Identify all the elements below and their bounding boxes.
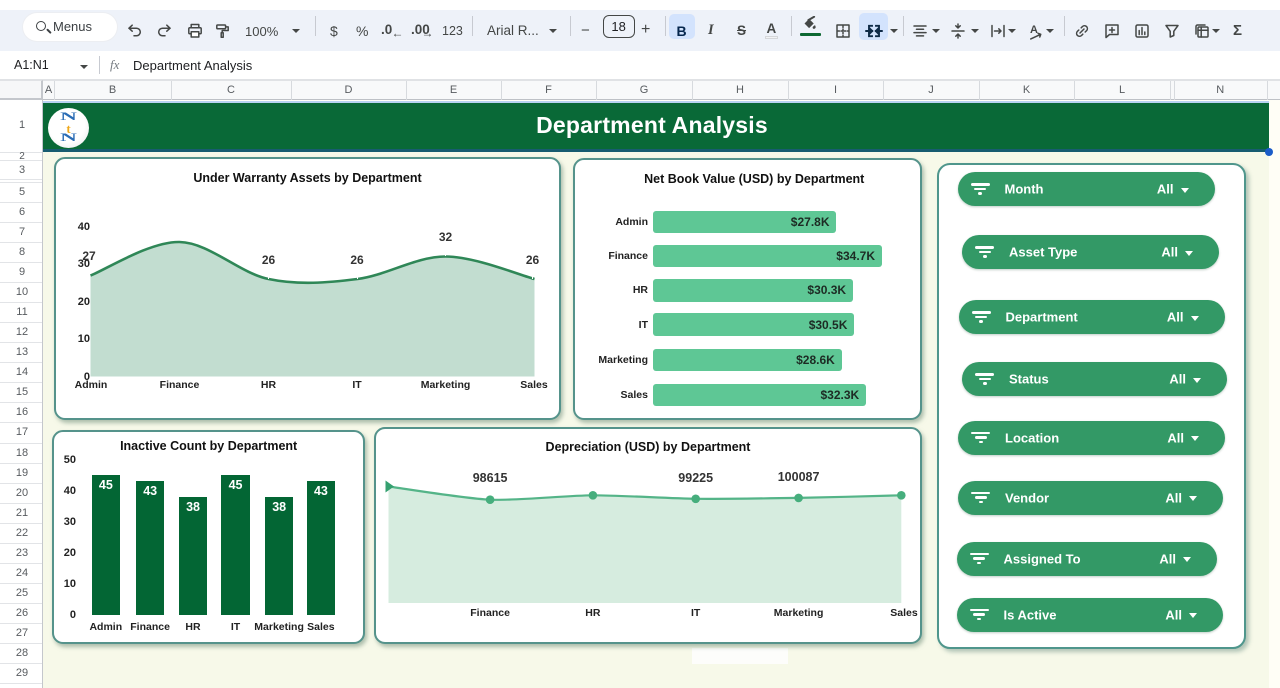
- svg-text:A: A: [1030, 24, 1038, 36]
